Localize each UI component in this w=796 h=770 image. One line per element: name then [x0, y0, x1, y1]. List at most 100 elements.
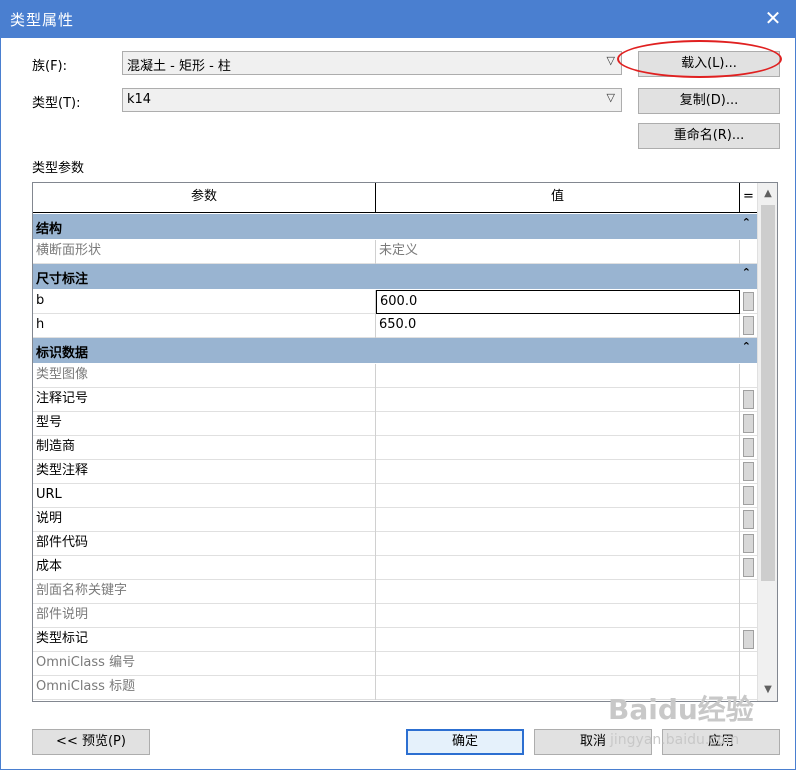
table-row[interactable]: OmniClass 标题 — [33, 676, 757, 700]
collapse-icon[interactable]: ⌃ — [742, 216, 751, 229]
value-cell — [376, 652, 740, 676]
title-bar: 类型属性 ✕ — [0, 0, 796, 38]
ok-button[interactable]: 确定 — [406, 729, 524, 755]
formula-cell[interactable] — [740, 412, 757, 436]
value-cell[interactable] — [376, 532, 740, 556]
formula-button[interactable] — [743, 510, 754, 529]
formula-button[interactable] — [743, 390, 754, 409]
scroll-thumb[interactable] — [761, 205, 775, 581]
formula-cell[interactable] — [740, 484, 757, 508]
formula-button[interactable] — [743, 438, 754, 457]
window-title: 类型属性 — [10, 11, 75, 29]
family-label: 族(F): — [32, 59, 68, 74]
param-cell: 成本 — [33, 556, 376, 580]
table-row[interactable]: b 600.0 — [33, 290, 757, 314]
value-cell[interactable] — [376, 412, 740, 436]
param-cell: 部件说明 — [33, 604, 376, 628]
table-row[interactable]: 型号 — [33, 412, 757, 436]
formula-cell[interactable] — [740, 436, 757, 460]
value-cell[interactable] — [376, 460, 740, 484]
param-cell: 制造商 — [33, 436, 376, 460]
collapse-icon[interactable]: ⌃ — [742, 340, 751, 353]
formula-button[interactable] — [743, 292, 754, 311]
grid-header: 参数 值 = — [33, 183, 757, 213]
collapse-icon[interactable]: ⌃ — [742, 266, 751, 279]
value-cell[interactable] — [376, 508, 740, 532]
formula-cell[interactable] — [740, 556, 757, 580]
parameter-grid: 参数 值 = 结构 ⌃ 横断面形状 未定义尺寸标注 ⌃ b 600.0 h 650.0 标识数据 ⌃… — [32, 182, 778, 702]
formula-cell — [740, 652, 757, 676]
param-cell: URL — [33, 484, 376, 508]
formula-button[interactable] — [743, 462, 754, 481]
table-row[interactable]: 横断面形状 未定义 — [33, 240, 757, 264]
value-cell — [376, 604, 740, 628]
formula-button[interactable] — [743, 486, 754, 505]
family-combo[interactable]: 混凝土 - 矩形 - 柱 ▽ — [122, 51, 622, 75]
group-title: 尺寸标注 — [36, 272, 89, 287]
formula-cell[interactable] — [740, 314, 757, 338]
value-cell[interactable]: 600.0 — [376, 290, 740, 314]
table-row[interactable]: 部件说明 — [33, 604, 757, 628]
value-cell — [376, 364, 740, 388]
table-row[interactable]: 类型图像 — [33, 364, 757, 388]
vertical-scrollbar[interactable]: ▲ ▼ — [757, 183, 777, 701]
table-row[interactable]: URL — [33, 484, 757, 508]
table-row[interactable]: 制造商 — [33, 436, 757, 460]
table-row[interactable]: 类型标记 — [33, 628, 757, 652]
value-cell[interactable] — [376, 388, 740, 412]
apply-button[interactable]: 应用 — [662, 729, 780, 755]
param-cell: 类型注释 — [33, 460, 376, 484]
type-combo[interactable]: k14 ▽ — [122, 88, 622, 112]
group-header[interactable]: 标识数据 ⌃ — [33, 338, 757, 364]
param-cell: 说明 — [33, 508, 376, 532]
header-eq[interactable]: = — [740, 183, 757, 212]
param-cell: 型号 — [33, 412, 376, 436]
scroll-down-icon[interactable]: ▼ — [758, 681, 777, 699]
value-cell[interactable]: 650.0 — [376, 314, 740, 338]
scroll-up-icon[interactable]: ▲ — [758, 185, 777, 203]
type-value: k14 — [127, 92, 152, 107]
table-row[interactable]: 剖面名称关键字 — [33, 580, 757, 604]
formula-button[interactable] — [743, 414, 754, 433]
param-cell: h — [33, 314, 376, 338]
chevron-down-icon: ▽ — [606, 54, 615, 67]
formula-cell[interactable] — [740, 290, 757, 314]
duplicate-button[interactable]: 复制(D)... — [638, 88, 780, 114]
formula-cell[interactable] — [740, 508, 757, 532]
param-cell: OmniClass 编号 — [33, 652, 376, 676]
value-cell[interactable] — [376, 628, 740, 652]
table-row[interactable]: 注释记号 — [33, 388, 757, 412]
header-param[interactable]: 参数 — [33, 183, 376, 212]
formula-button[interactable] — [743, 630, 754, 649]
param-cell: OmniClass 标题 — [33, 676, 376, 700]
table-row[interactable]: 类型注释 — [33, 460, 757, 484]
formula-cell[interactable] — [740, 532, 757, 556]
close-icon[interactable]: ✕ — [758, 3, 788, 33]
load-button[interactable]: 载入(L)... — [638, 51, 780, 77]
param-cell: b — [33, 290, 376, 314]
formula-cell[interactable] — [740, 388, 757, 412]
formula-button[interactable] — [743, 316, 754, 335]
cancel-button[interactable]: 取消 — [534, 729, 652, 755]
group-header[interactable]: 尺寸标注 ⌃ — [33, 264, 757, 290]
value-cell[interactable] — [376, 484, 740, 508]
table-row[interactable]: OmniClass 编号 — [33, 652, 757, 676]
formula-button[interactable] — [743, 534, 754, 553]
formula-cell[interactable] — [740, 460, 757, 484]
formula-button[interactable] — [743, 558, 754, 577]
value-cell[interactable] — [376, 436, 740, 460]
formula-cell — [740, 604, 757, 628]
family-value: 混凝土 - 矩形 - 柱 — [127, 59, 231, 74]
table-row[interactable]: 说明 — [33, 508, 757, 532]
param-cell: 横断面形状 — [33, 240, 376, 264]
formula-cell — [740, 240, 757, 264]
preview-button[interactable]: << 预览(P) — [32, 729, 150, 755]
table-row[interactable]: 成本 — [33, 556, 757, 580]
table-row[interactable]: 部件代码 — [33, 532, 757, 556]
group-header[interactable]: 结构 ⌃ — [33, 214, 757, 240]
rename-button[interactable]: 重命名(R)... — [638, 123, 780, 149]
table-row[interactable]: h 650.0 — [33, 314, 757, 338]
header-value[interactable]: 值 — [376, 183, 740, 212]
formula-cell[interactable] — [740, 628, 757, 652]
value-cell[interactable] — [376, 556, 740, 580]
